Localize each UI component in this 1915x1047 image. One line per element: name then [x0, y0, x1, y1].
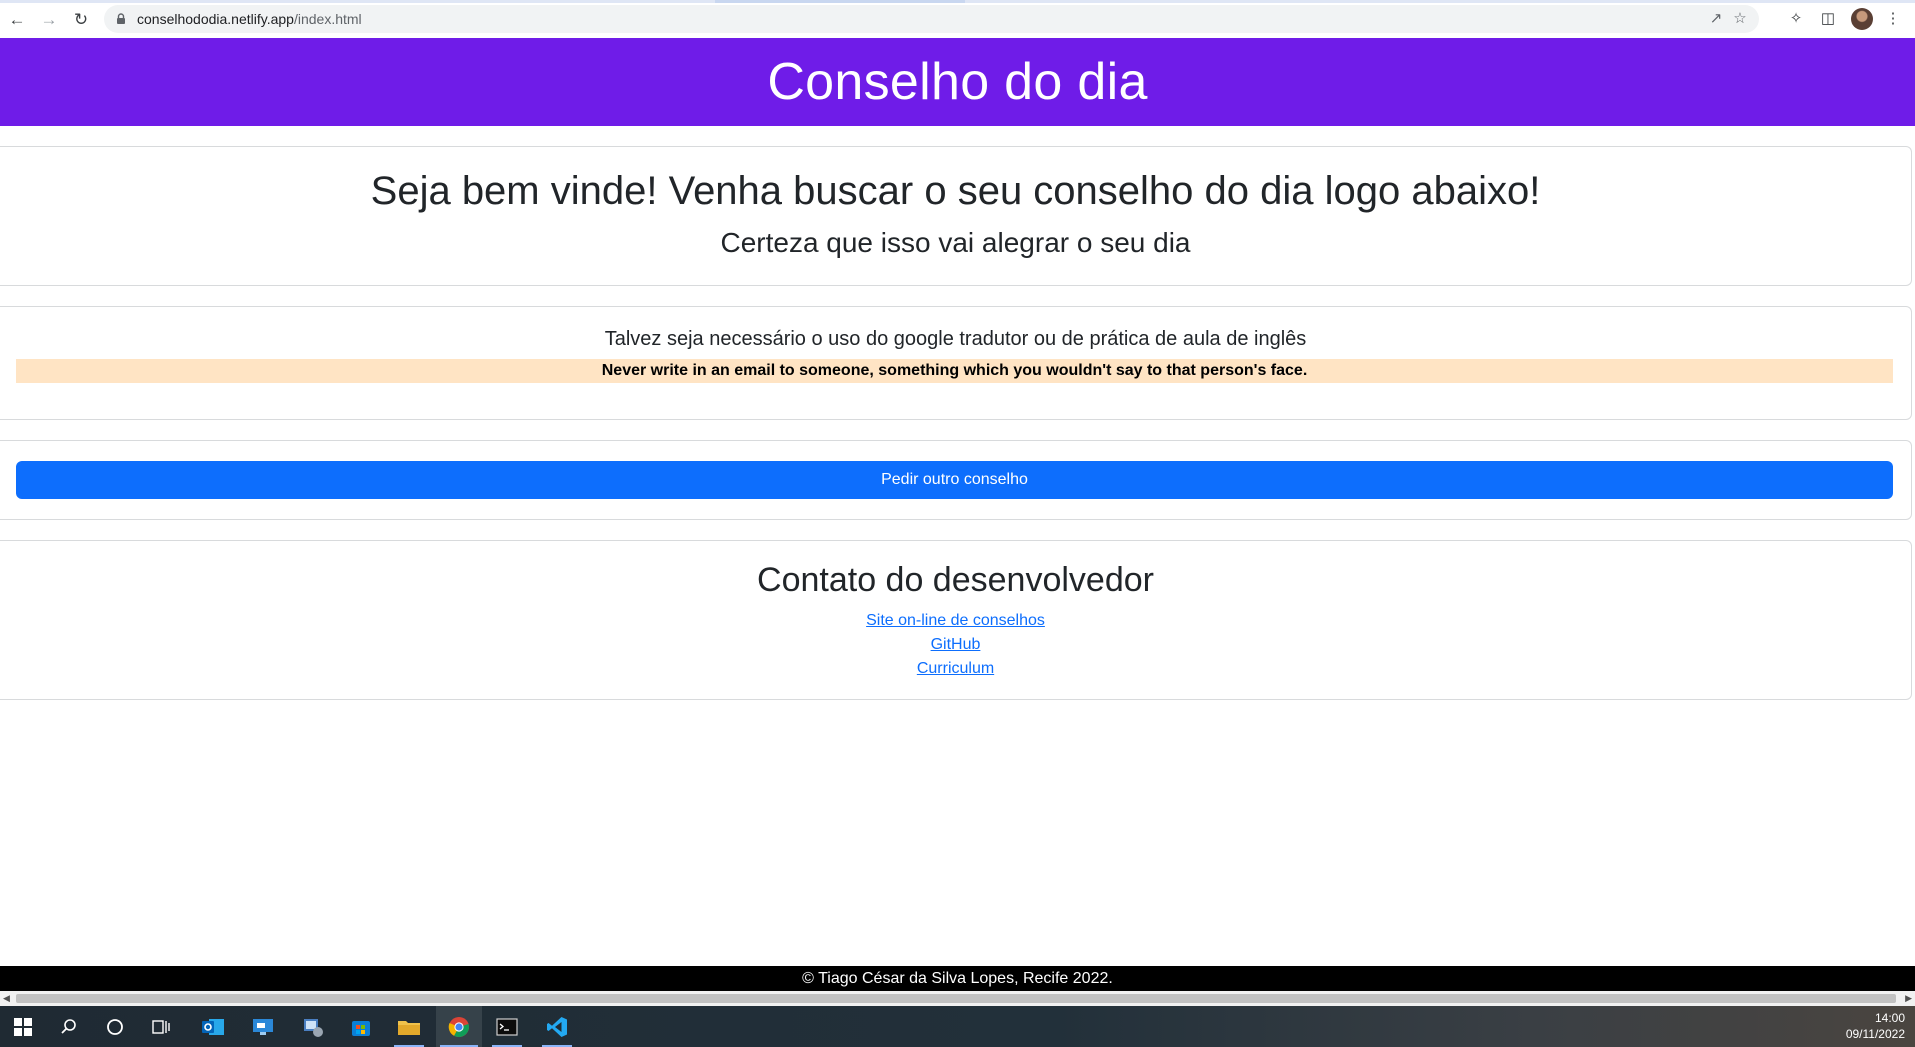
vscode-icon[interactable]: [534, 1006, 580, 1047]
curriculum-link[interactable]: Curriculum: [917, 657, 994, 681]
welcome-card: Seja bem vinde! Venha buscar o seu conse…: [0, 146, 1912, 286]
scroll-left-icon[interactable]: ◀: [3, 993, 10, 1004]
advice-text: Never write in an email to someone, some…: [16, 359, 1893, 383]
search-icon[interactable]: [46, 1006, 92, 1047]
horizontal-scrollbar[interactable]: ◀ ▶: [0, 991, 1915, 1006]
store-icon[interactable]: [338, 1006, 384, 1047]
system-clock[interactable]: 14:00 09/11/2022: [1846, 1010, 1905, 1042]
scrollbar-thumb[interactable]: [16, 994, 1896, 1003]
translation-note: Talvez seja necessário o uso do google t…: [604, 328, 1307, 350]
extensions-icon[interactable]: ✧: [1786, 9, 1806, 29]
url-path: /index.html: [293, 11, 362, 27]
address-bar[interactable]: conselhododia.netlify.app/index.html ↗ ☆: [104, 5, 1759, 33]
welcome-subtitle: Certeza que isso vai alegrar o seu dia: [720, 227, 1191, 258]
network-tool-icon[interactable]: [290, 1006, 336, 1047]
outlook-icon[interactable]: [190, 1006, 236, 1047]
cortana-icon[interactable]: [92, 1006, 138, 1047]
remote-desktop-icon[interactable]: [240, 1006, 286, 1047]
advice-card: Talvez seja necessário o uso do google t…: [0, 306, 1912, 420]
chrome-icon[interactable]: [436, 1006, 482, 1047]
clock-time: 14:00: [1874, 1011, 1905, 1025]
profile-avatar[interactable]: [1851, 8, 1873, 30]
url-text: conselhododia.netlify.app/index.html: [137, 11, 362, 27]
action-card: Pedir outro conselho: [0, 440, 1912, 520]
file-explorer-icon[interactable]: [386, 1006, 432, 1047]
clock-date: 09/11/2022: [1845, 1027, 1905, 1041]
welcome-title: Seja bem vinde! Venha buscar o seu conse…: [370, 169, 1541, 213]
forward-icon[interactable]: →: [38, 8, 60, 30]
new-advice-button[interactable]: Pedir outro conselho: [16, 461, 1893, 499]
task-view-icon[interactable]: [138, 1006, 184, 1047]
contact-card: Contato do desenvolvedor Site on-line de…: [0, 540, 1912, 700]
github-link[interactable]: GitHub: [931, 633, 981, 657]
windows-taskbar: 14:00 09/11/2022: [0, 1006, 1915, 1047]
reload-icon[interactable]: ↻: [70, 8, 92, 30]
windows-start-icon[interactable]: [0, 1006, 46, 1047]
menu-kebab-icon[interactable]: ⋮: [1883, 9, 1903, 29]
scroll-right-icon[interactable]: ▶: [1905, 993, 1912, 1004]
url-host: conselhododia.netlify.app: [137, 11, 294, 27]
site-header: Conselho do dia: [0, 38, 1915, 126]
browser-toolbar: ← → ↻ conselhododia.netlify.app/index.ht…: [0, 0, 1915, 39]
lock-icon: [117, 13, 125, 24]
advice-site-link[interactable]: Site on-line de conselhos: [866, 609, 1045, 633]
contact-links: Site on-line de conselhos GitHub Curricu…: [0, 609, 1911, 681]
tab-strip-edge: [0, 0, 1915, 3]
page-footer: © Tiago César da Silva Lopes, Recife 202…: [0, 966, 1915, 991]
site-title: Conselho do dia: [767, 53, 1148, 111]
bookmark-star-icon[interactable]: ☆: [1731, 10, 1749, 28]
contact-title: Contato do desenvolvedor: [757, 561, 1154, 599]
terminal-icon[interactable]: [484, 1006, 530, 1047]
side-panel-icon[interactable]: ◫: [1818, 9, 1838, 29]
back-icon[interactable]: ←: [6, 8, 28, 30]
share-icon[interactable]: ↗: [1707, 10, 1725, 28]
